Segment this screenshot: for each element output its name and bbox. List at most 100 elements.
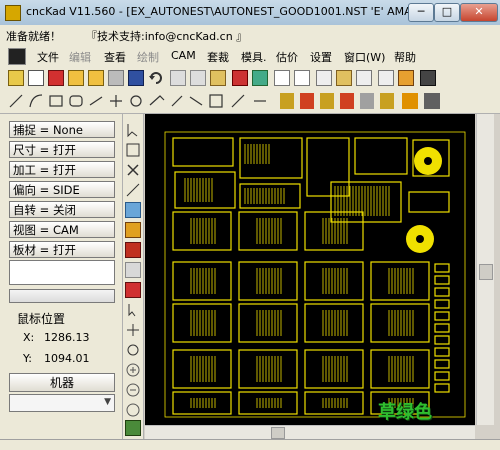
edit-part-icon[interactable] (125, 222, 141, 238)
print-icon[interactable] (252, 70, 268, 86)
tab-part (434, 371, 450, 381)
nested-part (370, 303, 430, 343)
tab-part (434, 347, 450, 357)
round-part-hole (424, 157, 432, 165)
x-label: X: (23, 331, 35, 344)
delete-icon[interactable] (125, 162, 141, 178)
zoom-window-icon[interactable] (125, 142, 141, 158)
menu-view[interactable]: 查看 (104, 49, 126, 65)
tool-icon[interactable] (232, 70, 248, 86)
new-file-icon[interactable] (8, 70, 24, 86)
horizontal-scroll-thumb[interactable] (271, 427, 285, 439)
select-icon[interactable] (378, 70, 394, 86)
tab-part (434, 383, 450, 393)
properties-icon[interactable] (316, 70, 332, 86)
zoom-out-icon[interactable] (125, 382, 141, 398)
save-icon[interactable] (128, 70, 144, 86)
command-field[interactable] (9, 260, 115, 285)
vertical-scrollbar[interactable] (476, 114, 494, 425)
menu-estimate[interactable]: 估价 (276, 49, 298, 65)
info-bar: 准备就绪！ 『技术支持:info@cncKad.cn 』 (0, 25, 500, 46)
copy-icon[interactable] (190, 70, 206, 86)
list-icon[interactable] (356, 70, 372, 86)
nested-part (238, 349, 298, 389)
menu-settings[interactable]: 设置 (310, 49, 332, 65)
nc-file-icon[interactable] (48, 70, 64, 86)
hammer-icon[interactable] (398, 70, 414, 86)
maximize-button[interactable]: □ (434, 3, 460, 22)
nested-part (239, 137, 303, 179)
layers-icon[interactable] (336, 70, 352, 86)
menu-draw[interactable]: 绘制 (137, 49, 159, 65)
nested-part (172, 211, 232, 251)
tab-part (434, 359, 450, 369)
undo-icon[interactable] (148, 70, 164, 86)
nested-part (306, 137, 350, 197)
chevron-down-icon: ▼ (104, 397, 111, 407)
cut-tool-icon (320, 93, 334, 109)
menu-help[interactable]: 帮助 (394, 49, 416, 65)
paste-icon[interactable] (210, 70, 226, 86)
menu-cam[interactable]: CAM (171, 49, 196, 62)
rotate-part-icon[interactable] (125, 342, 141, 358)
select-arrow-icon[interactable] (125, 122, 141, 138)
mouse-position-title: 鼠标位置 (17, 312, 66, 326)
menu-edit[interactable]: 编辑 (69, 49, 91, 65)
zoom-all-icon[interactable] (125, 402, 141, 418)
new-document-icon[interactable] (28, 70, 44, 86)
measure-icon[interactable] (125, 182, 141, 198)
nested-part (354, 137, 408, 175)
menu-tooling[interactable]: 模具. (241, 49, 267, 65)
process-button[interactable]: 加工 = 打开 (9, 161, 115, 178)
menu-window[interactable]: 窗口(W) (344, 49, 385, 65)
menu-file[interactable]: 文件 (37, 49, 59, 65)
rotate-button[interactable]: 自转 = 关闭 (9, 201, 115, 218)
vertical-scroll-thumb[interactable] (479, 264, 493, 280)
menu-nest[interactable]: 套裁 (207, 49, 229, 65)
view-button[interactable]: 视图 = CAM (9, 221, 115, 238)
y-label: Y: (23, 352, 32, 365)
open-folder-icon[interactable] (68, 70, 84, 86)
move-part-icon[interactable] (125, 322, 141, 338)
info-icon[interactable] (125, 202, 141, 218)
snap-button[interactable]: 捕捉 = None (9, 121, 115, 138)
polyline-icon (89, 96, 103, 106)
help-icon[interactable] (420, 70, 436, 86)
minimize-button[interactable]: ─ (408, 3, 434, 22)
nested-part (238, 303, 298, 343)
horizontal-scrollbar[interactable] (145, 425, 475, 440)
support-info: 『技术支持:info@cncKad.cn 』 (86, 30, 248, 43)
cut-icon[interactable] (170, 70, 186, 86)
menu-bar: 文件 编辑 查看 绘制 CAM 套裁 模具. 估价 设置 窗口(W) 帮助 (0, 45, 500, 68)
settings-panel: 捕捉 = None 尺寸 = 打开 加工 = 打开 偏向 = SIDE 自转 =… (0, 114, 122, 449)
nest-icon[interactable] (125, 242, 141, 258)
refresh-icon[interactable] (125, 420, 141, 436)
ready-status: 准备就绪！ (6, 30, 61, 43)
watermark-text: 草绿色 (378, 402, 432, 423)
preview-icon[interactable] (274, 70, 290, 86)
manual-nest-icon[interactable] (125, 262, 141, 278)
nested-part (172, 137, 234, 167)
import-icon[interactable] (108, 70, 124, 86)
pointer-icon[interactable] (125, 302, 141, 318)
app-icon (5, 5, 21, 21)
open-recent-icon[interactable] (88, 70, 104, 86)
nested-part (238, 211, 298, 251)
simulate-icon (424, 93, 440, 109)
tab-part (434, 263, 450, 273)
nc-icon[interactable] (125, 282, 141, 298)
dimension-button[interactable]: 尺寸 = 打开 (9, 141, 115, 158)
title-bar: cncKad V11.560 - [EX_AUTONEST\AUTONEST_G… (0, 0, 500, 26)
machine-select[interactable]: ▼ (9, 394, 115, 412)
drawing-canvas[interactable] (145, 114, 475, 425)
offset-button[interactable]: 偏向 = SIDE (9, 181, 115, 198)
machine-button[interactable]: 机器 (9, 373, 115, 392)
sheet-button[interactable]: 板材 = 打开 (9, 241, 115, 258)
zoom-in-icon[interactable] (125, 362, 141, 378)
nested-part (172, 349, 232, 389)
grid-icon[interactable] (294, 70, 310, 86)
close-button[interactable]: ✕ (460, 3, 498, 22)
chamfer-icon (149, 95, 165, 106)
draw-toolbar (0, 89, 500, 114)
window-title: cncKad V11.560 - [EX_AUTONEST\AUTONEST_G… (26, 5, 438, 18)
